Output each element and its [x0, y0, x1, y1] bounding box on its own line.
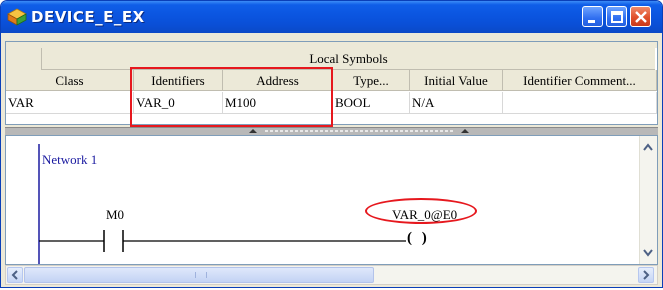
scroll-right-button[interactable] — [638, 267, 654, 283]
highlight-box — [130, 67, 333, 127]
ladder-editor[interactable]: Network 1 M0 VAR_0@E0 ( ) — [5, 135, 658, 265]
maximize-button[interactable] — [606, 6, 627, 27]
minimize-button[interactable] — [582, 6, 603, 27]
cell-initial-value[interactable]: N/A — [410, 92, 503, 114]
maximize-icon — [611, 11, 623, 23]
cell-type[interactable]: BOOL — [333, 92, 410, 114]
scroll-left-icon — [11, 270, 18, 280]
splitter-grip-icon — [249, 129, 469, 133]
title-bar[interactable]: DEVICE_E_EX — [1, 1, 662, 33]
col-header-identifier-comment[interactable]: Identifier Comment... — [503, 70, 657, 91]
scroll-up-icon[interactable] — [640, 140, 656, 156]
col-header-type[interactable]: Type... — [333, 70, 410, 91]
scroll-thumb[interactable] — [24, 267, 374, 283]
ladder-diagram — [38, 144, 406, 264]
app-icon — [7, 8, 27, 26]
close-button[interactable] — [630, 6, 651, 27]
scroll-left-button[interactable] — [7, 267, 23, 283]
cell-identifier-comment[interactable] — [503, 92, 657, 114]
close-icon — [635, 11, 647, 23]
col-header-initial-value[interactable]: Initial Value — [410, 70, 503, 91]
coil-symbol[interactable]: ( ) — [407, 230, 430, 247]
minimize-icon — [588, 20, 595, 23]
device-window: DEVICE_E_EX Local Symbols Class Identifi… — [0, 0, 663, 288]
scroll-down-icon[interactable] — [640, 244, 656, 260]
vertical-scrollbar[interactable] — [639, 136, 657, 264]
scroll-right-icon — [643, 270, 650, 280]
thumb-grip — [195, 272, 207, 278]
cell-class[interactable]: VAR — [6, 92, 134, 114]
col-header-class[interactable]: Class — [6, 70, 134, 91]
contact-label: M0 — [106, 207, 125, 222]
highlight-oval — [365, 198, 477, 224]
window-title: DEVICE_E_EX — [31, 8, 145, 26]
horizontal-scrollbar[interactable] — [5, 265, 658, 285]
